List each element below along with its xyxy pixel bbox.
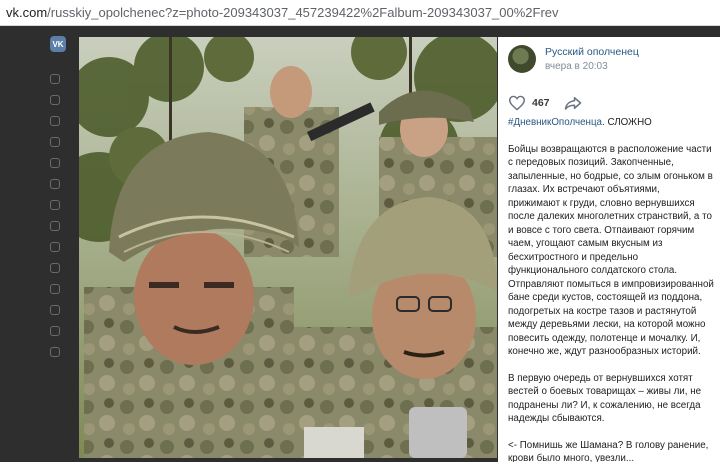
like-count: 467 [532,97,550,109]
author-name-link[interactable]: Русский ополченец [545,46,639,58]
post-info-panel: Русский ополченец вчера в 20:03 467 #Дне… [498,37,720,462]
sidebar-communities-icon[interactable] [50,179,60,189]
post-text: #ДневникОполченца. СЛОЖНО Бойцы возвраща… [508,116,714,462]
sidebar-clips-icon[interactable] [50,263,60,273]
sidebar-videos-icon[interactable] [50,242,60,252]
post-paragraph-3: <- Помнишь же Шамана? В голову ранение, … [508,439,709,462]
author-meta: Русский ополченец вчера в 20:03 [545,46,639,72]
sidebar-services-icon[interactable] [50,347,60,357]
hashtag-link[interactable]: #ДневникОполченца [508,117,602,128]
post-timestamp[interactable]: вчера в 20:03 [545,61,639,72]
vk-logo[interactable]: VK [50,36,66,52]
sidebar-music-icon[interactable] [50,221,60,231]
url-host: vk.com [6,5,48,20]
sidebar-messages-icon[interactable] [50,116,60,126]
author-row: Русский ополченец вчера в 20:03 [508,45,639,73]
photo-illustration [79,37,497,458]
post-actions: 467 [508,95,582,111]
url-text[interactable]: vk.com/russkiy_opolchenec?z=photo-209343… [6,5,559,20]
author-avatar[interactable] [508,45,536,73]
sidebar-friends-icon[interactable] [50,158,60,168]
browser-address-bar[interactable]: vk.com/russkiy_opolchenec?z=photo-209343… [0,0,720,26]
share-icon[interactable] [564,96,582,110]
sidebar-games-icon[interactable] [50,284,60,294]
headline-text: . СЛОЖНО [602,117,652,128]
sidebar-profile-icon[interactable] [50,74,60,84]
post-paragraph-2: В первую очередь от вернувшихся хотят ве… [508,372,702,425]
sidebar-photos-icon[interactable] [50,200,60,210]
like-heart-icon[interactable] [508,95,526,111]
left-sidebar [50,74,66,368]
post-headline: #ДневникОполченца. СЛОЖНО [508,116,714,130]
sidebar-market-icon[interactable] [50,326,60,336]
sidebar-stickers-icon[interactable] [50,305,60,315]
sidebar-news-icon[interactable] [50,95,60,105]
url-path: /russkiy_opolchenec?z=photo-209343037_45… [47,5,559,20]
sidebar-calls-icon[interactable] [50,137,60,147]
post-photo[interactable] [79,37,497,458]
post-paragraph-1: Бойцы возвращаются в расположение части … [508,143,714,358]
